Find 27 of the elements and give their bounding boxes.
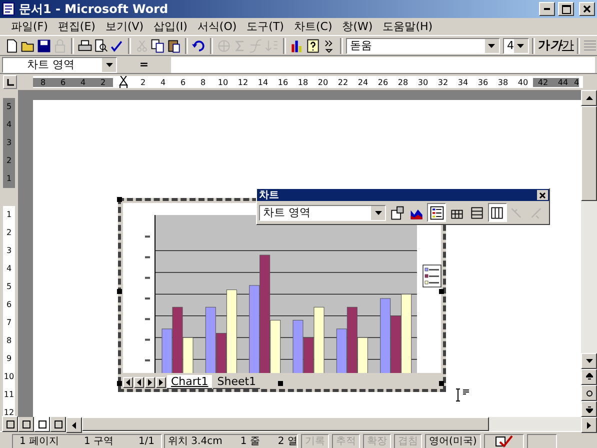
font-size-field[interactable]: 4 — [502, 38, 529, 54]
bold-button[interactable]: 가 — [538, 37, 550, 54]
menu-item[interactable]: 편집(E) — [52, 19, 100, 34]
status-text: 위치 3.4cm — [168, 435, 222, 448]
menu-item[interactable]: 보기(V) — [100, 19, 149, 34]
menu-item[interactable]: 도구(T) — [242, 19, 289, 34]
chart-object-field[interactable]: 차트 영역 — [259, 204, 386, 220]
sheet-tab[interactable]: Sheet1 — [213, 375, 260, 389]
menu-item[interactable]: 파일(F) — [6, 19, 53, 34]
status-text: 영어(미국) — [429, 435, 477, 448]
underline-button[interactable]: 가 — [562, 37, 574, 54]
menu-item[interactable]: 창(W) — [337, 19, 378, 34]
status-text: 1 줄 — [240, 435, 260, 448]
menu-item[interactable]: 차트(C) — [288, 19, 338, 34]
window-title: 문서1 - Microsoft Word — [19, 0, 170, 18]
sheet-tab[interactable]: Chart1 — [167, 375, 212, 389]
status-text: 1 페이지 — [19, 435, 60, 448]
name-box[interactable]: 차트 영역 — [2, 56, 117, 72]
menu-item[interactable]: 삽입(I) — [148, 19, 192, 34]
menu-item[interactable]: 서식(O) — [192, 19, 242, 34]
status-text: 1/1 — [138, 436, 155, 446]
horizontal-ruler: 8 6 4 2 2 4 6 8 10 12 14 16 18 20 22 24 26 28 30 32 34 36 38 40 42 44 4 — [33, 76, 583, 88]
italic-button[interactable]: 가 — [550, 37, 562, 54]
status-text: 1 구역 — [84, 435, 114, 448]
status-text: 2 열 — [278, 435, 298, 448]
font-field[interactable]: 돋움 — [346, 38, 500, 54]
menu-item[interactable]: 도움말(H) — [378, 19, 438, 34]
